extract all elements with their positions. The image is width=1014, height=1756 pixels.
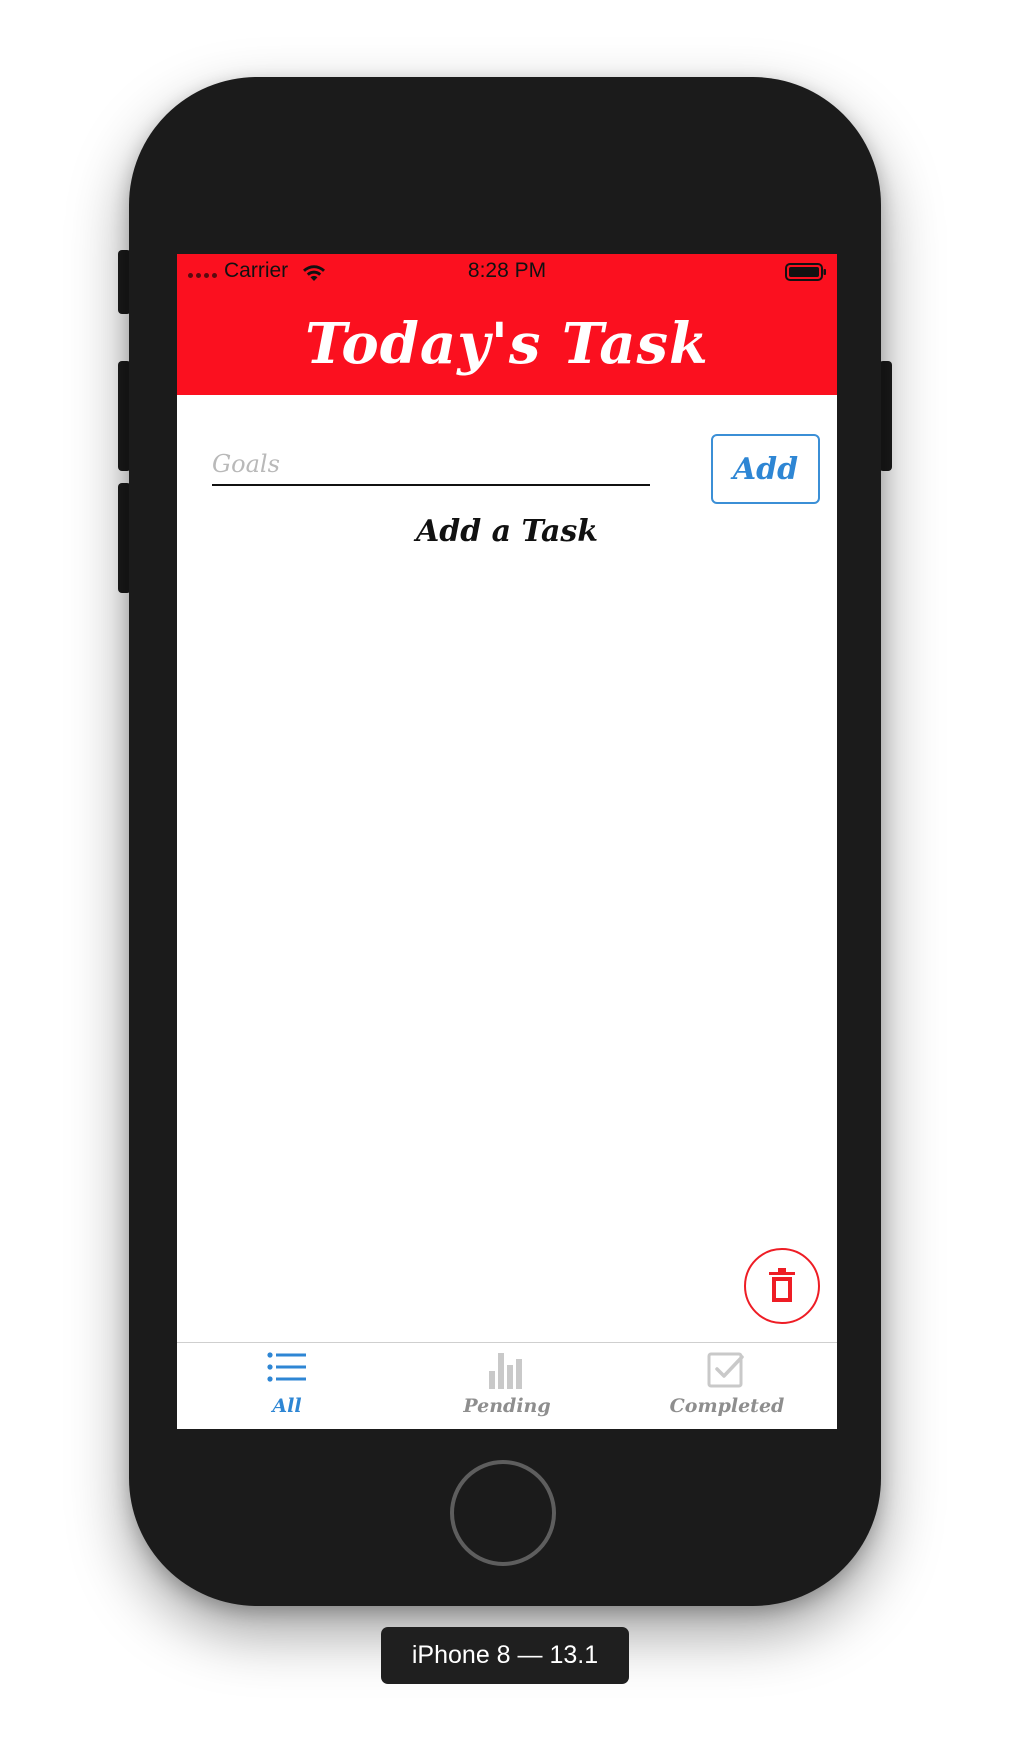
- delete-all-button[interactable]: [744, 1248, 820, 1324]
- empty-state-message: Add a Task: [415, 514, 599, 549]
- status-bar: Carrier 8:28 PM: [177, 254, 837, 288]
- list-icon: [267, 1352, 306, 1382]
- trash-icon: [769, 1268, 795, 1302]
- tab-bar: All Pending Completed: [177, 1342, 837, 1429]
- add-button[interactable]: Add: [711, 434, 820, 504]
- app-header: Carrier 8:28 PM Today's Task: [177, 254, 837, 395]
- status-time: 8:28 PM: [467, 259, 547, 282]
- tab-pending[interactable]: Pending: [397, 1343, 617, 1429]
- app-screen: Carrier 8:28 PM Today's Task Add Add a T…: [177, 254, 837, 1429]
- tab-all-label: All: [272, 1395, 302, 1417]
- checkbox-icon: [707, 1352, 744, 1388]
- home-button[interactable]: [450, 1460, 556, 1566]
- page-title: Today's Task: [305, 311, 709, 377]
- tab-all[interactable]: All: [177, 1343, 397, 1429]
- goals-input[interactable]: [212, 444, 650, 486]
- tab-completed-label: Completed: [669, 1395, 785, 1417]
- tab-completed[interactable]: Completed: [617, 1343, 837, 1429]
- device-label: iPhone 8 — 13.1: [381, 1627, 629, 1684]
- battery-icon: [785, 263, 826, 281]
- bar-chart-icon: [489, 1353, 522, 1389]
- tab-pending-label: Pending: [463, 1395, 551, 1417]
